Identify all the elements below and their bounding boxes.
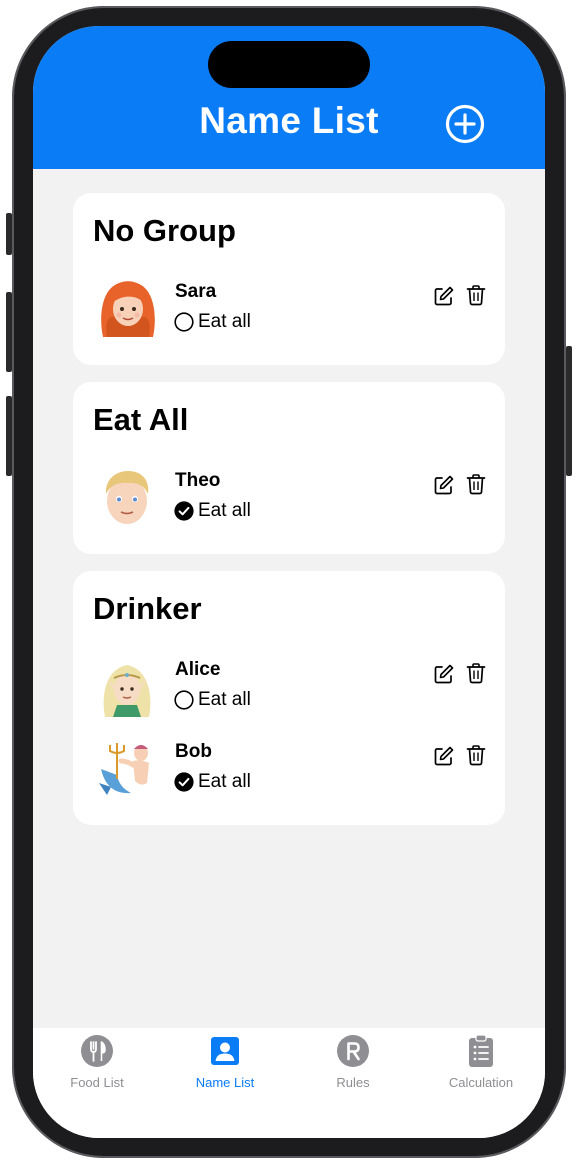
- edit-icon[interactable]: [433, 474, 455, 496]
- tab-name-list[interactable]: Name List: [161, 1034, 289, 1098]
- eat-all-label: Eat all: [198, 689, 251, 710]
- eat-all-toggle[interactable]: Eat all: [174, 771, 251, 793]
- list-item[interactable]: Theo Eat all: [73, 468, 505, 532]
- red-haired-woman-emoji: [101, 281, 155, 337]
- tab-label: Rules: [336, 1075, 370, 1090]
- volume-down-button: [6, 396, 12, 476]
- list-item[interactable]: Bob Eat all: [73, 739, 505, 803]
- tab-calculation[interactable]: Calculation: [417, 1034, 545, 1098]
- person-name: Bob: [175, 741, 212, 762]
- edit-icon[interactable]: [433, 663, 455, 685]
- tab-label: Name List: [195, 1075, 255, 1090]
- fork-knife-icon: [81, 1035, 113, 1067]
- eat-all-label: Eat all: [198, 500, 251, 521]
- dynamic-island: [208, 41, 370, 88]
- eat-all-label: Eat all: [198, 771, 251, 792]
- trash-icon[interactable]: [465, 662, 487, 684]
- unchecked-circle-icon: [174, 690, 194, 710]
- group-card-drinker: Drinker Alice Eat all Bob Eat all: [73, 571, 505, 825]
- person-icon: [211, 1037, 239, 1065]
- group-title: Drinker: [93, 591, 202, 626]
- tab-food-list[interactable]: Food List: [33, 1034, 161, 1098]
- power-button: [566, 346, 572, 476]
- nav-header: Name List: [33, 26, 545, 169]
- eat-all-toggle[interactable]: Eat all: [174, 689, 251, 711]
- group-card-eat-all: Eat All Theo Eat all: [73, 382, 505, 554]
- eat-all-label: Eat all: [198, 311, 251, 332]
- edit-icon[interactable]: [433, 745, 455, 767]
- list-item[interactable]: Alice Eat all: [73, 657, 505, 721]
- person-name: Alice: [175, 659, 221, 680]
- edit-icon[interactable]: [433, 285, 455, 307]
- group-title: No Group: [93, 213, 236, 248]
- checked-circle-icon: [174, 772, 194, 792]
- trash-icon[interactable]: [465, 744, 487, 766]
- checked-circle-icon: [174, 501, 194, 521]
- tab-label: Food List: [70, 1075, 124, 1090]
- trash-icon[interactable]: [465, 473, 487, 495]
- group-title: Eat All: [93, 402, 189, 437]
- plus-circle-icon[interactable]: [445, 104, 485, 144]
- tab-rules[interactable]: Rules: [289, 1034, 417, 1098]
- tab-label: Calculation: [448, 1075, 514, 1090]
- eat-all-toggle[interactable]: Eat all: [174, 311, 251, 333]
- trash-icon[interactable]: [465, 284, 487, 306]
- group-card-no-group: No Group Sara Eat all: [73, 193, 505, 365]
- merman-emoji: [99, 743, 149, 795]
- tab-bar: Food List Name List Rules Calculation: [33, 1028, 545, 1138]
- blond-man-emoji: [105, 471, 149, 524]
- r-circle-icon: [337, 1035, 369, 1067]
- app-screen: Name List No Group Sara Eat all Eat All …: [33, 26, 545, 1138]
- action-button: [6, 213, 12, 255]
- person-name: Sara: [175, 281, 217, 302]
- list-item[interactable]: Sara Eat all: [73, 279, 505, 343]
- eat-all-toggle[interactable]: Eat all: [174, 500, 251, 522]
- elf-woman-emoji: [103, 665, 151, 717]
- volume-up-button: [6, 292, 12, 372]
- person-name: Theo: [175, 470, 221, 491]
- unchecked-circle-icon: [174, 312, 194, 332]
- clipboard-list-icon: [469, 1034, 493, 1067]
